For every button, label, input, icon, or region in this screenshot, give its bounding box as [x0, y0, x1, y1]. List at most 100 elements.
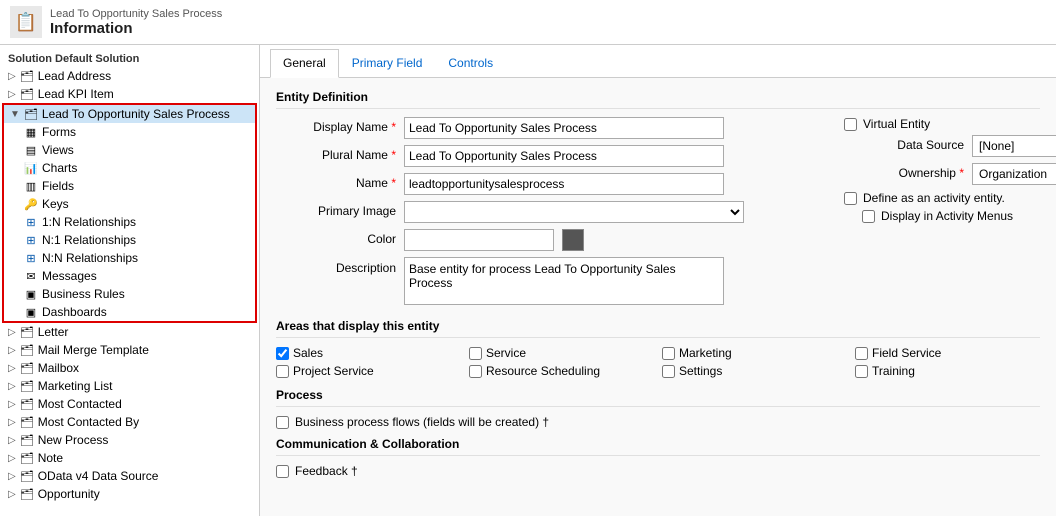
sidebar-item-opportunity[interactable]: ▷ 🗂 Opportunity: [0, 485, 259, 503]
1n-rel-icon: ⊞: [24, 215, 38, 229]
required-mark: *: [391, 120, 396, 134]
sidebar-item-label: Marketing List: [38, 379, 113, 393]
primary-image-select[interactable]: [404, 201, 744, 223]
plural-name-label: Plural Name *: [276, 145, 396, 162]
area-settings-checkbox[interactable]: [662, 365, 675, 378]
display-name-input[interactable]: [404, 117, 724, 139]
sidebar-item-business-rules[interactable]: ▣ Business Rules: [4, 285, 255, 303]
area-settings: Settings: [662, 364, 847, 378]
fields-icon: ▥: [24, 179, 38, 193]
sidebar-item-label: Messages: [42, 269, 97, 283]
areas-section-title: Areas that display this entity: [276, 319, 1040, 338]
area-resource-scheduling-checkbox[interactable]: [469, 365, 482, 378]
feedback-row: Feedback †: [276, 464, 1040, 478]
header-title-area: Lead To Opportunity Sales Process Inform…: [50, 8, 222, 37]
ownership-select[interactable]: Organization: [972, 163, 1056, 185]
most-contacted-by-icon: 🗂: [20, 415, 34, 429]
virtual-entity-checkbox[interactable]: [844, 118, 857, 131]
sidebar-item-mailbox[interactable]: ▷ 🗂 Mailbox: [0, 359, 259, 377]
color-label: Color: [276, 229, 396, 246]
sidebar-item-charts[interactable]: 📊 Charts: [4, 159, 255, 177]
mailbox-icon: 🗂: [20, 361, 34, 375]
sidebar-item-forms[interactable]: ▦ Forms: [4, 123, 255, 141]
color-swatch[interactable]: [562, 229, 584, 251]
area-marketing: Marketing: [662, 346, 847, 360]
sidebar-item-marketing-list[interactable]: ▷ 🗂 Marketing List: [0, 377, 259, 395]
right-panel: General Primary Field Controls Entity De…: [260, 45, 1056, 516]
sidebar-item-keys[interactable]: 🔑 Keys: [4, 195, 255, 213]
chevron-right-icon: ▷: [8, 399, 16, 410]
sidebar-item-new-process[interactable]: ▷ 🗂 New Process: [0, 431, 259, 449]
feedback-checkbox[interactable]: [276, 465, 289, 478]
sidebar-item-most-contacted[interactable]: ▷ 🗂 Most Contacted: [0, 395, 259, 413]
required-mark: *: [391, 148, 396, 162]
color-input[interactable]: [404, 229, 554, 251]
sidebar-item-note[interactable]: ▷ 🗂 Note: [0, 449, 259, 467]
sidebar-item-odata[interactable]: ▷ 🗂 OData v4 Data Source: [0, 467, 259, 485]
sidebar-item-label: Forms: [42, 125, 76, 139]
display-activity-label: Display in Activity Menus: [881, 209, 1013, 223]
display-name-label: Display Name *: [276, 117, 396, 134]
area-field-service-checkbox[interactable]: [855, 347, 868, 360]
area-sales-checkbox[interactable]: [276, 347, 289, 360]
sidebar-item-fields[interactable]: ▥ Fields: [4, 177, 255, 195]
sidebar-item-messages[interactable]: ✉ Messages: [4, 267, 255, 285]
area-training: Training: [855, 364, 1040, 378]
plural-name-input[interactable]: [404, 145, 724, 167]
right-form: Virtual Entity Data Source [None]: [824, 117, 1056, 311]
tab-general[interactable]: General: [270, 49, 339, 78]
page-title: Information: [50, 20, 222, 37]
business-process-checkbox[interactable]: [276, 416, 289, 429]
area-resource-scheduling: Resource Scheduling: [469, 364, 654, 378]
sidebar-item-mail-merge[interactable]: ▷ 🗂 Mail Merge Template: [0, 341, 259, 359]
sidebar-item-lead-kpi[interactable]: ▷ 🗂 Lead KPI Item: [0, 85, 259, 103]
group-header-lead-opportunity[interactable]: ▼ 🗂 Lead To Opportunity Sales Process: [4, 105, 255, 123]
sidebar-item-letter[interactable]: ▷ 🗂 Letter: [0, 323, 259, 341]
virtual-entity-row: Virtual Entity: [844, 117, 1056, 131]
sidebar-item-n1-rel[interactable]: ⊞ N:1 Relationships: [4, 231, 255, 249]
name-input[interactable]: [404, 173, 724, 195]
sidebar-item-label: Fields: [42, 179, 74, 193]
n1-rel-icon: ⊞: [24, 233, 38, 247]
sidebar-item-views[interactable]: ▤ Views: [4, 141, 255, 159]
tab-controls[interactable]: Controls: [435, 49, 506, 77]
charts-icon: 📊: [24, 161, 38, 175]
primary-image-label: Primary Image: [276, 201, 396, 218]
area-project-service: Project Service: [276, 364, 461, 378]
sidebar-item-nn-rel[interactable]: ⊞ N:N Relationships: [4, 249, 255, 267]
header: 📋 Lead To Opportunity Sales Process Info…: [0, 0, 1056, 45]
area-project-service-checkbox[interactable]: [276, 365, 289, 378]
data-source-select[interactable]: [None]: [972, 135, 1056, 157]
group-icon: 🗂: [24, 107, 38, 121]
description-input[interactable]: Base entity for process Lead To Opportun…: [404, 257, 724, 305]
required-mark: *: [959, 166, 964, 180]
sidebar-item-label: Most Contacted By: [38, 415, 139, 429]
area-service-checkbox[interactable]: [469, 347, 482, 360]
sidebar-item-label: OData v4 Data Source: [38, 469, 159, 483]
keys-icon: 🔑: [24, 197, 38, 211]
opportunity-icon: 🗂: [20, 487, 34, 501]
chevron-down-icon: ▼: [10, 109, 20, 120]
communication-section-title: Communication & Collaboration: [276, 437, 1040, 456]
define-activity-checkbox[interactable]: [844, 192, 857, 205]
marketing-list-icon: 🗂: [20, 379, 34, 393]
sidebar-item-label: Charts: [42, 161, 77, 175]
area-training-checkbox[interactable]: [855, 365, 868, 378]
area-marketing-checkbox[interactable]: [662, 347, 675, 360]
description-label: Description: [276, 257, 396, 275]
display-activity-checkbox[interactable]: [862, 210, 875, 223]
content-area: Entity Definition Display Name *: [260, 78, 1056, 494]
sidebar-item-1n-rel[interactable]: ⊞ 1:N Relationships: [4, 213, 255, 231]
breadcrumb: Lead To Opportunity Sales Process: [50, 8, 222, 20]
tab-primary-field[interactable]: Primary Field: [339, 49, 436, 77]
chevron-right-icon: ▷: [8, 71, 16, 82]
sidebar-item-lead-address[interactable]: ▷ 🗂 Lead Address: [0, 67, 259, 85]
sidebar-item-dashboards[interactable]: ▣ Dashboards: [4, 303, 255, 321]
chevron-right-icon: ▷: [8, 471, 16, 482]
chevron-right-icon: ▷: [8, 417, 16, 428]
sidebar-item-most-contacted-by[interactable]: ▷ 🗂 Most Contacted By: [0, 413, 259, 431]
tabs-bar: General Primary Field Controls: [260, 45, 1056, 78]
sidebar: Solution Default Solution ▷ 🗂 Lead Addre…: [0, 45, 260, 516]
chevron-right-icon: ▷: [8, 89, 16, 100]
business-process-label: Business process flows (fields will be c…: [295, 415, 549, 429]
